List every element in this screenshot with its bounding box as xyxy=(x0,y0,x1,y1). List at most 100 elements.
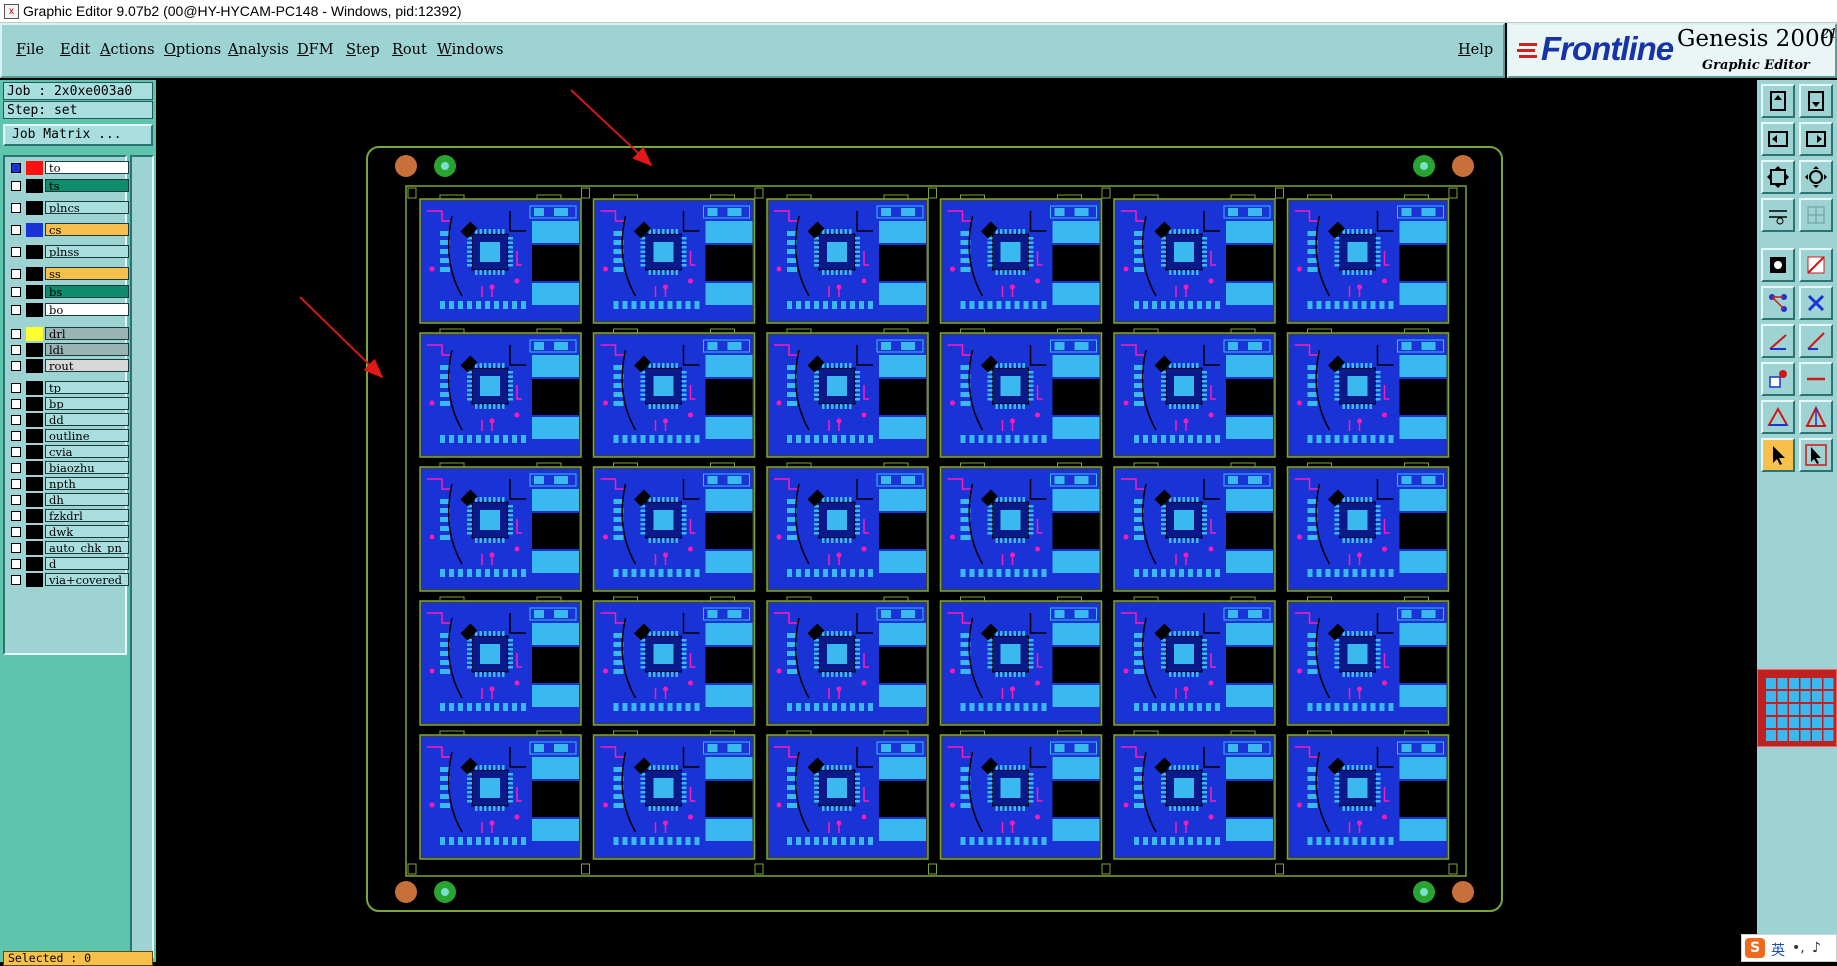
arc-draw-tool[interactable] xyxy=(1799,324,1833,358)
layer-color-swatch[interactable] xyxy=(26,493,43,507)
layer-row-npth[interactable]: npth xyxy=(9,477,129,491)
line-add-tool[interactable] xyxy=(1799,248,1833,282)
layer-row-bp[interactable]: bp xyxy=(9,397,129,411)
layer-color-swatch[interactable] xyxy=(26,541,43,555)
layer-row-cs[interactable]: cs xyxy=(9,223,129,237)
layer-checkbox[interactable] xyxy=(11,181,21,191)
panel-minimap[interactable] xyxy=(1757,669,1837,747)
layer-color-swatch[interactable] xyxy=(26,573,43,587)
layer-row-to[interactable]: to xyxy=(9,161,129,175)
layer-checkbox[interactable] xyxy=(11,447,21,457)
layer-color-swatch[interactable] xyxy=(26,303,43,317)
layer-color-swatch[interactable] xyxy=(26,179,43,193)
layer-name[interactable]: ldi xyxy=(45,343,129,356)
triangle-tool[interactable] xyxy=(1761,400,1795,434)
move-top-tool[interactable] xyxy=(1761,84,1795,118)
layer-color-swatch[interactable] xyxy=(26,359,43,373)
layer-checkbox[interactable] xyxy=(11,543,21,553)
layer-name[interactable]: outline xyxy=(45,429,129,442)
zoom-fit-tool[interactable] xyxy=(1761,160,1795,194)
layer-row-outline[interactable]: outline xyxy=(9,429,129,443)
minus-tool[interactable] xyxy=(1799,362,1833,396)
layer-color-swatch[interactable] xyxy=(26,285,43,299)
pad-select-tool[interactable] xyxy=(1761,362,1795,396)
layer-color-swatch[interactable] xyxy=(26,223,43,237)
layer-name[interactable]: dd xyxy=(45,413,129,426)
layer-name[interactable]: cvia xyxy=(45,445,129,458)
layer-checkbox[interactable] xyxy=(11,361,21,371)
menu-options[interactable]: Options xyxy=(164,42,221,58)
layer-row-via-covered[interactable]: via+covered xyxy=(9,573,129,587)
layer-checkbox[interactable] xyxy=(11,163,21,173)
grid-snap-tool[interactable] xyxy=(1761,198,1795,232)
menu-windows[interactable]: Windows xyxy=(437,42,504,58)
layer-name[interactable]: via+covered xyxy=(45,573,129,586)
menu-actions[interactable]: Actions xyxy=(100,42,155,58)
layer-checkbox[interactable] xyxy=(11,225,21,235)
layer-name[interactable]: auto_chk_pn xyxy=(45,541,129,554)
triangle-select-tool[interactable] xyxy=(1799,400,1833,434)
layer-color-swatch[interactable] xyxy=(26,445,43,459)
layer-name[interactable]: drl xyxy=(45,327,129,340)
layer-checkbox[interactable] xyxy=(11,511,21,521)
layer-row-dh[interactable]: dh xyxy=(9,493,129,507)
layer-row-biaozhu[interactable]: biaozhu xyxy=(9,461,129,475)
menu-file[interactable]: File xyxy=(16,42,44,58)
layer-name[interactable]: bs xyxy=(45,285,129,298)
layer-checkbox[interactable] xyxy=(11,479,21,489)
move-right-tool[interactable] xyxy=(1799,122,1833,156)
menu-rout[interactable]: Rout xyxy=(392,42,427,58)
layer-row-auto-chk-pn[interactable]: auto_chk_pn xyxy=(9,541,129,555)
layer-color-swatch[interactable] xyxy=(26,161,43,175)
layer-color-swatch[interactable] xyxy=(26,327,43,341)
layer-name[interactable]: ss xyxy=(45,267,129,280)
node-edit-tool[interactable] xyxy=(1761,286,1795,320)
layer-checkbox[interactable] xyxy=(11,431,21,441)
menu-help[interactable]: Help xyxy=(1458,42,1493,58)
layer-color-swatch[interactable] xyxy=(26,557,43,571)
menu-dfm[interactable]: DFM xyxy=(297,42,334,58)
layer-list-scrollbar[interactable] xyxy=(130,155,154,958)
layer-checkbox[interactable] xyxy=(11,463,21,473)
layer-color-swatch[interactable] xyxy=(26,477,43,491)
layer-checkbox[interactable] xyxy=(11,399,21,409)
menu-edit[interactable]: Edit xyxy=(60,42,90,58)
layer-name[interactable]: plnss xyxy=(45,245,129,258)
layer-checkbox[interactable] xyxy=(11,329,21,339)
layer-row-fzkdrl[interactable]: fzkdrl xyxy=(9,509,129,523)
layer-name[interactable]: plncs xyxy=(45,201,129,214)
job-matrix-button[interactable]: Job Matrix ... xyxy=(3,124,153,146)
layer-row-ss[interactable]: ss xyxy=(9,267,129,281)
layer-row-dd[interactable]: dd xyxy=(9,413,129,427)
pad-add-tool[interactable] xyxy=(1761,248,1795,282)
layer-row-plncs[interactable]: plncs xyxy=(9,201,129,215)
layer-color-swatch[interactable] xyxy=(26,381,43,395)
layer-checkbox[interactable] xyxy=(11,495,21,505)
pointer-tool[interactable] xyxy=(1761,438,1795,472)
layer-row-drl[interactable]: drl xyxy=(9,327,129,341)
layer-checkbox[interactable] xyxy=(11,527,21,537)
layer-name[interactable]: to xyxy=(45,161,129,174)
layer-checkbox[interactable] xyxy=(11,575,21,585)
layer-row-bs[interactable]: bs xyxy=(9,285,129,299)
layer-color-swatch[interactable] xyxy=(26,267,43,281)
layer-name[interactable]: npth xyxy=(45,477,129,490)
layer-checkbox[interactable] xyxy=(11,345,21,355)
layer-name[interactable]: bo xyxy=(45,303,129,316)
layer-name[interactable]: bp xyxy=(45,397,129,410)
layer-name[interactable]: dh xyxy=(45,493,129,506)
layer-name[interactable]: ts xyxy=(45,179,129,192)
layer-name[interactable]: d xyxy=(45,557,129,570)
pointer-select-tool[interactable] xyxy=(1799,438,1833,472)
layer-checkbox[interactable] xyxy=(11,203,21,213)
layer-row-d[interactable]: d xyxy=(9,557,129,571)
menu-analysis[interactable]: Analysis xyxy=(228,42,289,58)
layer-name[interactable]: biaozhu xyxy=(45,461,129,474)
move-bottom-tool[interactable] xyxy=(1799,84,1833,118)
layer-checkbox[interactable] xyxy=(11,269,21,279)
layer-name[interactable]: fzkdrl xyxy=(45,509,129,522)
cross-tool[interactable] xyxy=(1799,286,1833,320)
layer-color-swatch[interactable] xyxy=(26,343,43,357)
line-draw-tool[interactable] xyxy=(1761,324,1795,358)
layer-row-ts[interactable]: ts xyxy=(9,179,129,193)
